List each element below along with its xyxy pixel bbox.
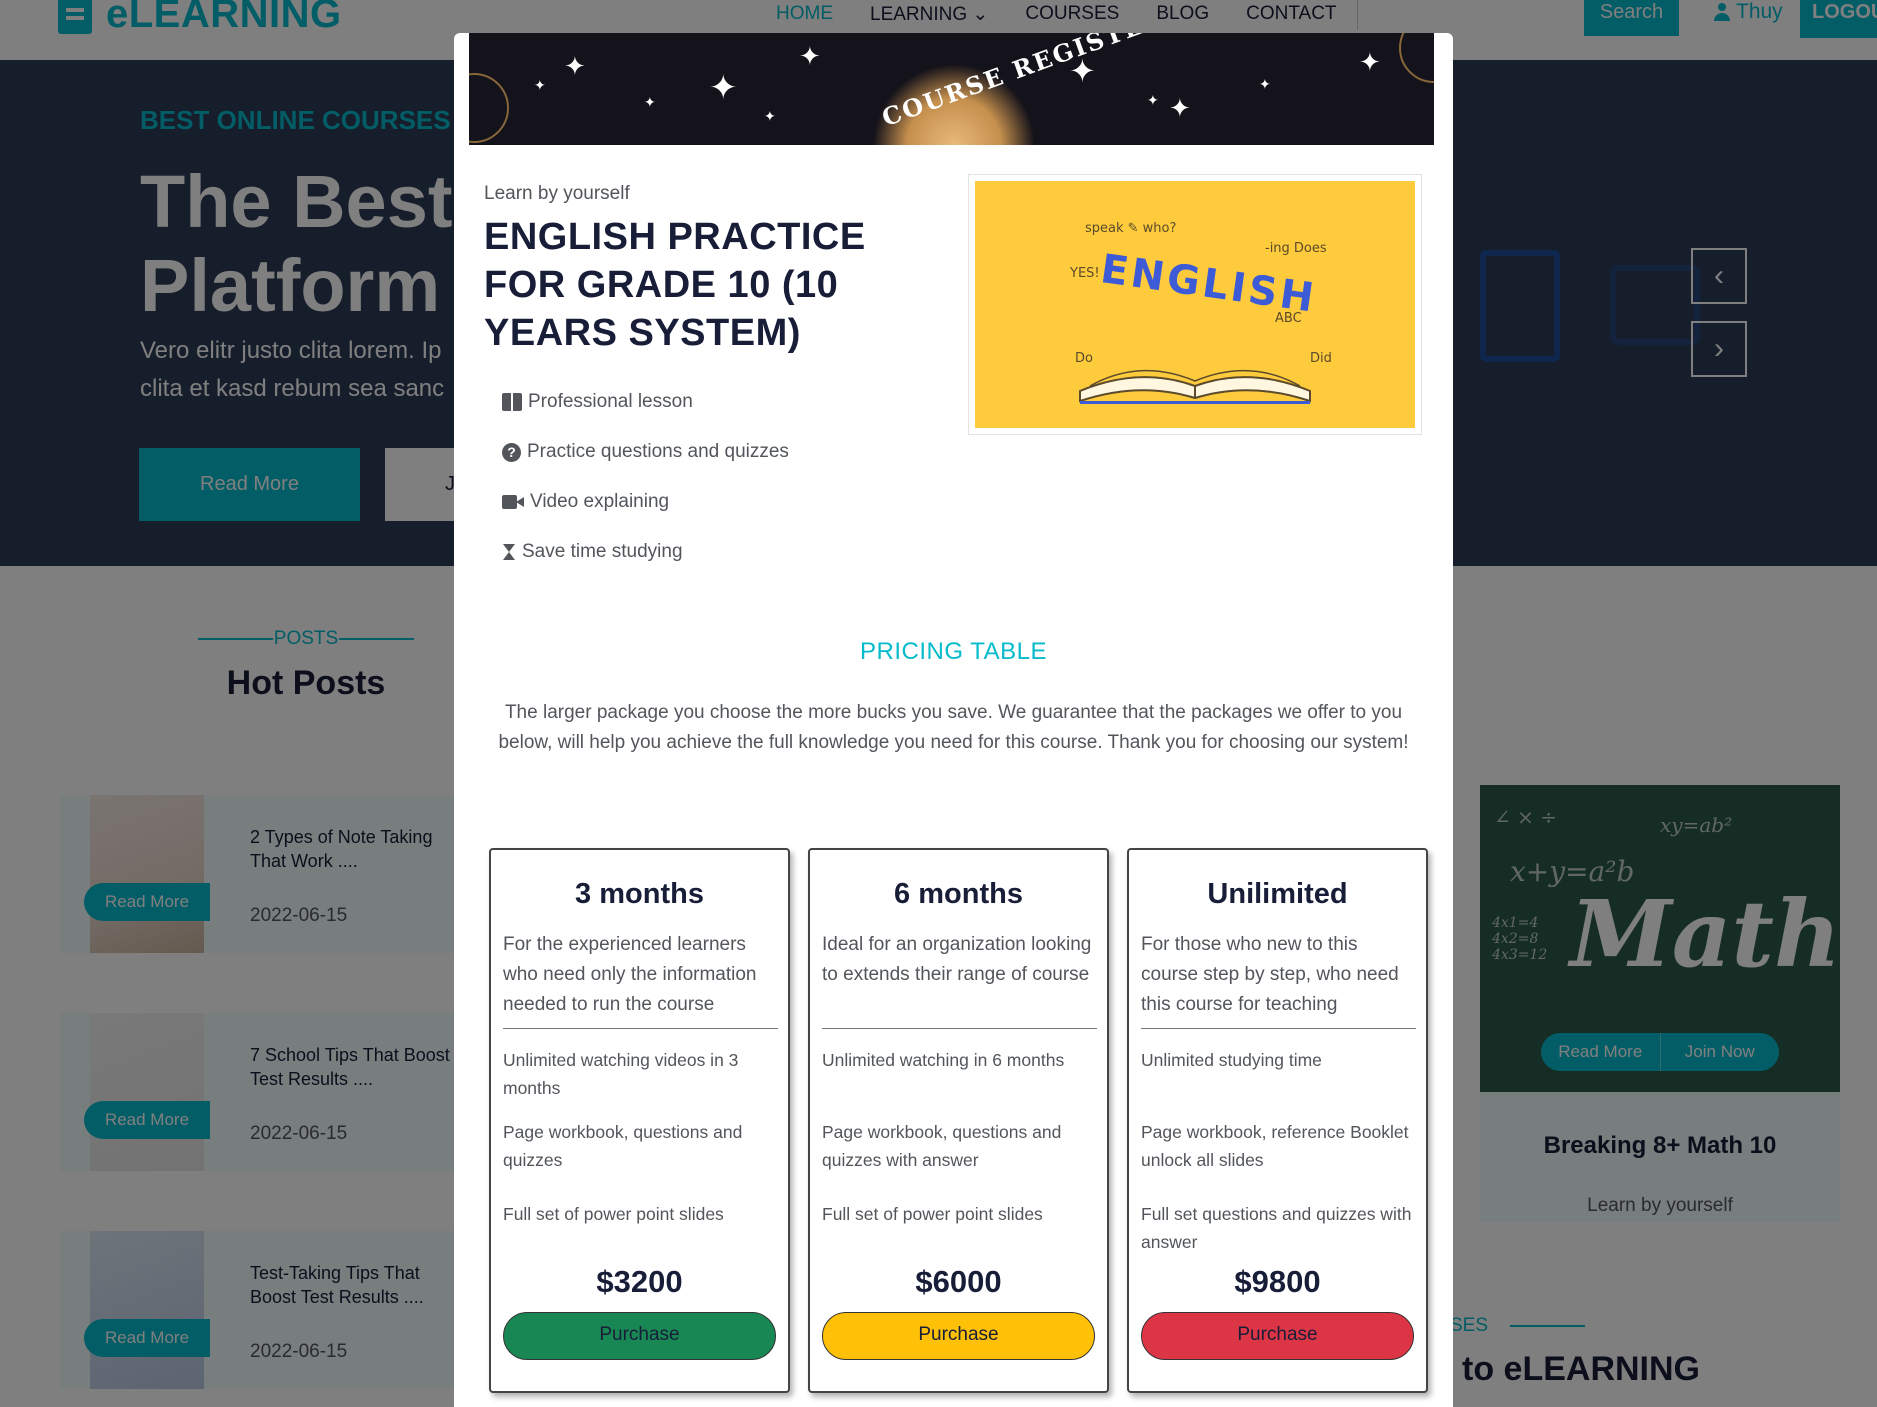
plan-feature: Full set of power point slides (822, 1204, 1043, 1224)
star-icon: ✦ (1259, 76, 1271, 92)
modal-eyebrow: Learn by yourself (484, 183, 630, 204)
purchase-button[interactable]: Purchase (1141, 1312, 1414, 1360)
plan-feature: Unlimited studying time (1141, 1050, 1322, 1070)
course-image-frame: speak ✎ who? -ing Does YES! ABC Do Did E… (968, 174, 1422, 435)
plan-feature: Unlimited watching in 6 months (822, 1050, 1065, 1070)
feature-item: Professional lesson (502, 391, 693, 413)
course-register-modal: ✦ ✦ ✦ ✦ ✦ ✦ ✦ ✦ ✦ ✦ ✦ COURSE REGISTER Le… (454, 33, 1453, 1407)
plan-feature: Page workbook, questions and quizzes (503, 1122, 743, 1170)
english-course-image: speak ✎ who? -ing Does YES! ABC Do Did E… (975, 181, 1415, 428)
star-icon: ✦ (799, 41, 821, 71)
doodle: -ing Does (1265, 241, 1327, 256)
plan-description: For the experienced learners who need on… (503, 934, 757, 1015)
ornament-icon (469, 73, 509, 143)
doodle: speak ✎ who? (1085, 221, 1177, 236)
book-open-icon (502, 393, 522, 411)
pricing-plan-card: 3 months For the experienced learners wh… (489, 848, 790, 1393)
star-icon: ✦ (644, 94, 656, 110)
feature-item: Save time studying (502, 541, 683, 563)
plan-feature: Full set questions and quizzes with answ… (1141, 1204, 1412, 1252)
video-icon (502, 494, 524, 510)
star-icon: ✦ (1359, 47, 1381, 77)
english-word: ENGLISH (1097, 246, 1320, 322)
plan-description: For those who new to this course step by… (1141, 934, 1399, 1015)
plan-feature: Page workbook, questions and quizzes wit… (822, 1122, 1062, 1170)
feature-label: Save time studying (522, 541, 683, 562)
purchase-button[interactable]: Purchase (822, 1312, 1095, 1360)
plan-price: $3200 (596, 1264, 683, 1299)
plan-price: $6000 (915, 1264, 1002, 1299)
modal-course-title: ENGLISH PRACTICE FOR GRADE 10 (10 YEARS … (484, 216, 866, 354)
feature-item: Video explaining (502, 491, 669, 513)
plan-feature: Unlimited watching videos in 3 months (503, 1050, 739, 1098)
plan-name: Unilimited (1207, 878, 1348, 910)
course-register-banner: ✦ ✦ ✦ ✦ ✦ ✦ ✦ ✦ ✦ ✦ ✦ COURSE REGISTER (469, 33, 1434, 145)
question-circle-icon: ? (502, 442, 521, 462)
feature-label: Professional lesson (528, 391, 693, 412)
plan-feature: Full set of power point slides (503, 1204, 724, 1224)
hourglass-icon (502, 542, 516, 562)
plan-feature: Page workbook, reference Booklet unlock … (1141, 1122, 1409, 1170)
open-book-icon (1079, 369, 1311, 404)
star-icon: ✦ (564, 51, 586, 81)
star-icon: ✦ (534, 77, 546, 93)
pricing-description: The larger package you choose the more b… (498, 702, 1409, 753)
plan-divider (1141, 1028, 1416, 1029)
pricing-plan-card: 6 months Ideal for an organization looki… (808, 848, 1109, 1393)
star-icon: ✦ (1169, 93, 1191, 123)
plan-name: 6 months (894, 878, 1023, 910)
pricing-plan-card: Unilimited For those who new to this cou… (1127, 848, 1428, 1393)
feature-label: Practice questions and quizzes (527, 441, 789, 462)
star-icon: ✦ (1147, 92, 1159, 108)
plan-divider (503, 1028, 778, 1029)
star-icon: ✦ (709, 69, 738, 107)
plan-price: $9800 (1234, 1264, 1321, 1299)
ornament-icon (1399, 33, 1434, 83)
pricing-title: PRICING TABLE (860, 638, 1047, 665)
feature-label: Video explaining (530, 491, 670, 512)
plan-divider (822, 1028, 1097, 1029)
doodle: YES! (1070, 266, 1100, 281)
plan-description: Ideal for an organization looking to ext… (822, 934, 1092, 985)
plan-name: 3 months (575, 878, 704, 910)
feature-item: ? Practice questions and quizzes (502, 441, 789, 463)
purchase-button[interactable]: Purchase (503, 1312, 776, 1360)
star-icon: ✦ (764, 108, 776, 124)
